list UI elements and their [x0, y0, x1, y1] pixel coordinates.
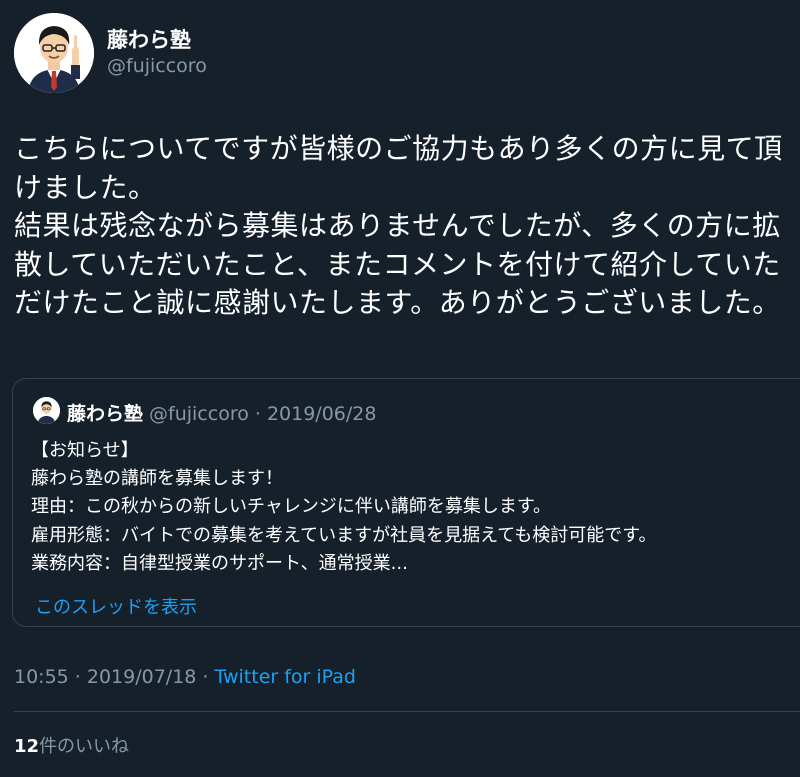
likes-label: 件のいいね — [39, 736, 130, 757]
quoted-text-line: 理由：この秋からの新しいチャレンジに伴い講師を募集します。 — [31, 496, 552, 518]
tweet-text-line: けました。 — [14, 170, 157, 204]
tweet-time-date[interactable]: 10:55 · 2019/07/18 · — [14, 666, 215, 688]
author-display-name[interactable]: 藤わら塾 — [107, 24, 191, 54]
tweet-timestamp: 10:55 · 2019/07/18 · Twitter for iPad — [14, 666, 356, 688]
quoted-author-name: 藤わら塾 — [67, 403, 144, 425]
quoted-tweet-header: 藤わら塾 @fujiccoro · 2019/06/28 — [67, 399, 376, 426]
quoted-tweet-card[interactable]: 藤わら塾 @fujiccoro · 2019/06/28 【お知らせ】 藤わら塾の… — [12, 378, 800, 627]
tweet-text: こちらについてですが皆様のご協力もあり多くの方に見て頂 けました。 結果は残念な… — [14, 130, 800, 323]
quoted-text-line: 【お知らせ】 — [31, 440, 139, 461]
tweet-text-line: 散していただいたこと、またコメントを付けて紹介していた — [14, 247, 781, 281]
quoted-text-line: 藤わら塾の講師を募集します！ — [31, 468, 283, 490]
tweet-source-link[interactable]: Twitter for iPad — [215, 666, 356, 688]
divider — [14, 711, 800, 712]
quoted-handle-date: @fujiccoro · 2019/06/28 — [149, 403, 377, 425]
author-handle[interactable]: @fujiccoro — [107, 55, 207, 77]
tweet-text-line: こちらについてですが皆様のご協力もあり多くの方に見て頂 — [14, 132, 783, 165]
tweet-text-line: 結果は残念ながら募集はありませんでしたが、多くの方に拡 — [14, 209, 781, 242]
quoted-author-avatar — [33, 397, 60, 424]
quoted-text-line: 雇用形態：バイトでの募集を考えていますが社員を見据えても検討可能です。 — [31, 524, 657, 546]
quoted-text-line: 業務内容：自律型授業のサポート、通常授業... — [31, 552, 408, 574]
author-avatar[interactable] — [14, 13, 94, 93]
show-thread-link[interactable]: このスレッドを表示 — [35, 593, 197, 619]
likes-count: 12 — [14, 736, 40, 757]
likes-summary[interactable]: 12件のいいね — [14, 732, 129, 758]
quoted-tweet-text: 【お知らせ】 藤わら塾の講師を募集します！ 理由：この秋からの新しいチャレンジに… — [31, 437, 657, 578]
tweet-text-line: だけたこと誠に感謝いたします。ありがとうございました。 — [14, 286, 781, 319]
